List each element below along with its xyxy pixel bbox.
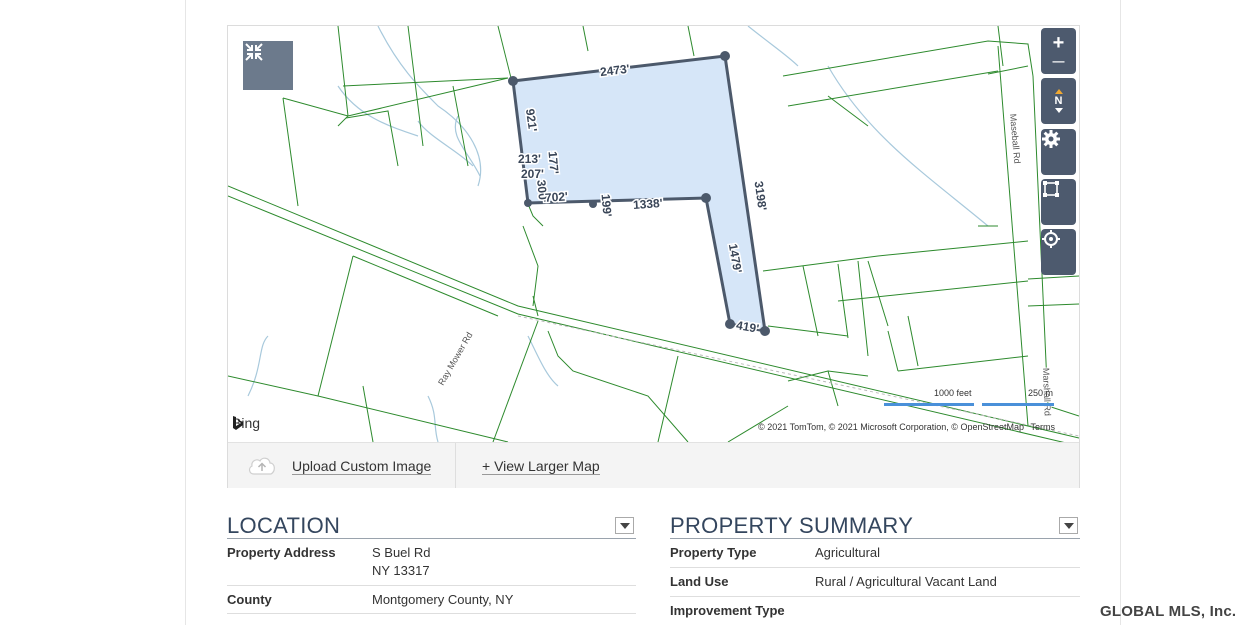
- toolbar-divider: [455, 443, 456, 488]
- scale-bar-feet: [884, 403, 974, 406]
- crosshair-icon: [1042, 230, 1060, 248]
- chevron-down-icon: [619, 522, 630, 529]
- edge-label: 213': [518, 152, 541, 166]
- scale-bar-meters: [982, 403, 1054, 406]
- chevron-down-icon: [1063, 522, 1074, 529]
- summary-rule: [670, 538, 1080, 539]
- field-value: Agricultural: [815, 545, 881, 560]
- property-summary-title: PROPERTY SUMMARY: [670, 513, 914, 538]
- parcel-vertex[interactable]: [720, 51, 730, 61]
- property-address-row: Property Address S Buel Rd NY 13317: [227, 545, 636, 585]
- collapse-icon: [245, 43, 263, 61]
- improvement-type-row: Improvement Type: [670, 603, 1080, 621]
- address-line-1: S Buel Rd: [372, 545, 431, 560]
- copyright-text: © 2021 TomTom, © 2021 Microsoft Corporat…: [758, 422, 1024, 432]
- bing-logo-icon: [233, 416, 243, 430]
- dashed-line: [517, 315, 1079, 437]
- location-rule: [227, 538, 636, 539]
- zoom-control: + —: [1041, 28, 1076, 74]
- county-row: County Montgomery County, NY: [227, 592, 636, 610]
- view-larger-map-link[interactable]: + View Larger Map: [482, 458, 600, 475]
- parcel-vertex[interactable]: [725, 319, 735, 329]
- map-canvas[interactable]: 2473' 921' 213' 177' 207' 300' 702' 199'…: [228, 26, 1079, 442]
- map-view[interactable]: 2473' 921' 213' 177' 207' 300' 702' 199'…: [228, 26, 1079, 442]
- north-arrow-icon: [1054, 89, 1063, 94]
- terms-link[interactable]: Terms: [1031, 422, 1056, 432]
- draw-area-button[interactable]: [1041, 179, 1076, 225]
- map-widget: 2473' 921' 213' 177' 207' 300' 702' 199'…: [227, 25, 1080, 488]
- parcel-vertex[interactable]: [524, 199, 532, 207]
- road-label: Maseball Rd: [1008, 113, 1022, 164]
- cloud-upload-icon: [248, 457, 275, 475]
- location-title: LOCATION: [227, 513, 341, 538]
- parcel-vertex[interactable]: [589, 200, 597, 208]
- zoom-in-button[interactable]: +: [1053, 33, 1065, 53]
- field-label: Property Address: [227, 545, 336, 560]
- brand-watermark: GLOBAL MLS, Inc.: [1100, 603, 1237, 620]
- row-divider: [670, 596, 1080, 597]
- gear-icon: [1042, 130, 1060, 148]
- edge-label: 419': [735, 318, 760, 336]
- map-toolbar: Upload Custom Image + View Larger Map: [228, 442, 1079, 488]
- south-arrow-icon: [1054, 108, 1063, 113]
- compass-north-label: N: [1054, 95, 1063, 107]
- row-divider: [227, 613, 636, 614]
- field-label: Improvement Type: [670, 603, 785, 618]
- field-value: Montgomery County, NY: [372, 592, 514, 607]
- edge-label: 199': [598, 193, 614, 217]
- scale-label-feet: 1000 feet: [934, 388, 972, 398]
- field-label: Property Type: [670, 545, 757, 560]
- parcel-vertex[interactable]: [508, 76, 518, 86]
- map-settings-button[interactable]: [1041, 129, 1076, 175]
- edge-label: 177': [545, 151, 561, 175]
- locate-button[interactable]: [1041, 229, 1076, 275]
- road-label: Ray Mower Rd: [436, 330, 474, 387]
- field-label: Land Use: [670, 574, 729, 589]
- edge-label: 3198': [752, 180, 770, 211]
- bing-attribution: Bing: [232, 415, 260, 431]
- upload-label: Upload Custom Image: [292, 457, 432, 475]
- summary-collapse-toggle[interactable]: [1059, 517, 1078, 534]
- scale-label-meters: 250 m: [1028, 388, 1054, 398]
- collapse-map-button[interactable]: [243, 41, 293, 90]
- location-collapse-toggle[interactable]: [615, 517, 634, 534]
- zoom-out-button[interactable]: —: [1053, 53, 1065, 69]
- field-label: County: [227, 592, 272, 607]
- land-use-row: Land Use Rural / Agricultural Vacant Lan…: [670, 574, 1080, 592]
- address-line-2: NY 13317: [372, 563, 430, 578]
- parcel-vertex[interactable]: [760, 326, 770, 336]
- parcel-vertex[interactable]: [701, 193, 711, 203]
- edge-label: 702': [545, 189, 569, 205]
- property-type-row: Property Type Agricultural: [670, 545, 1080, 563]
- row-divider: [227, 585, 636, 586]
- upload-custom-image-button[interactable]: Upload Custom Image: [246, 451, 432, 481]
- compass-control[interactable]: N: [1041, 78, 1076, 124]
- edge-label: 1338': [633, 196, 664, 212]
- select-area-icon: [1043, 181, 1059, 197]
- field-value: Rural / Agricultural Vacant Land: [815, 574, 997, 589]
- map-copyright: © 2021 TomTom, © 2021 Microsoft Corporat…: [758, 422, 1055, 432]
- row-divider: [670, 567, 1080, 568]
